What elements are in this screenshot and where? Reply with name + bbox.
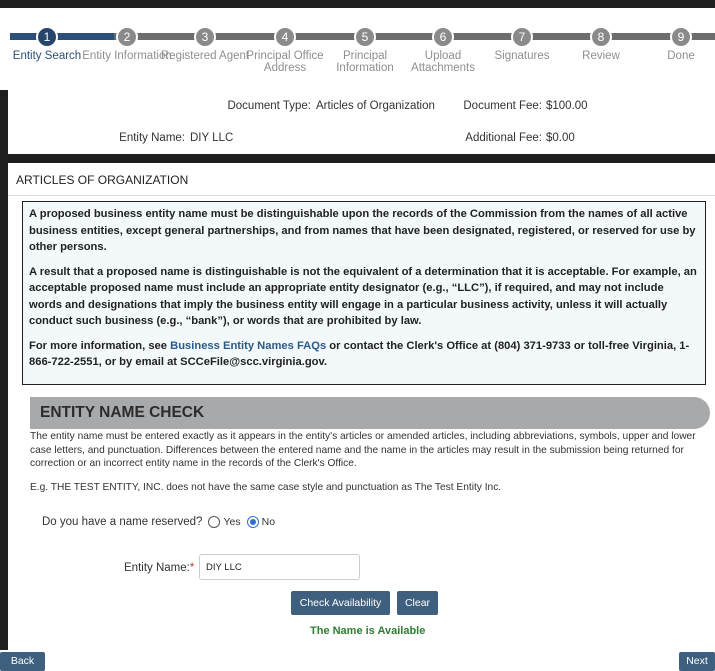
step-label: Registered Agent [160, 50, 250, 62]
document-fee-value: $100.00 [546, 100, 588, 112]
step-label: Principal Office Address [246, 50, 324, 74]
step-number: 3 [194, 26, 216, 48]
step-number: 4 [274, 26, 296, 48]
step-entity-search[interactable]: 1 Entity Search [2, 26, 92, 62]
business-entity-names-faq-link[interactable]: Business Entity Names FAQs [170, 340, 326, 352]
reserved-no-radio[interactable] [246, 516, 259, 528]
notice-text: For more information, see [29, 339, 171, 352]
step-label: Review [582, 50, 620, 62]
document-summary: Document Type: Articles of Organization … [8, 90, 715, 154]
step-label: Upload Attachments [411, 50, 475, 74]
notice-paragraph-1: A proposed business entity name must be … [29, 208, 696, 253]
step-label: Done [667, 50, 695, 62]
summary-row-document: Document Type: Articles of Organization … [8, 90, 715, 122]
entity-name-input[interactable] [199, 554, 360, 580]
name-reserved-question: Do you have a name reserved? Yes No [42, 516, 275, 528]
entity-name-check-example: E.g. THE TEST ENTITY, INC. does not have… [30, 482, 502, 493]
additional-fee-value: $0.00 [546, 132, 575, 144]
step-done[interactable]: 9 Done [636, 26, 715, 62]
step-signatures[interactable]: 7 Signatures [477, 26, 567, 62]
step-number: 1 [36, 26, 58, 48]
step-number: 8 [590, 26, 612, 48]
summary-row-entity: Entity Name: DIY LLC Additional Fee: $0.… [8, 122, 715, 154]
additional-fee-label: Additional Fee: [465, 132, 542, 144]
required-mark: * [189, 562, 195, 574]
name-notice-box: A proposed business entity name must be … [22, 201, 706, 385]
step-upload-attachments[interactable]: 6 Upload Attachments [398, 26, 488, 74]
reserved-yes-label[interactable]: Yes [223, 516, 240, 528]
step-principal-office-address[interactable]: 4 Principal Office Address [240, 26, 330, 74]
step-number: 7 [511, 26, 533, 48]
step-number: 9 [670, 26, 692, 48]
notice-paragraph-3: For more information, see Business Entit… [29, 338, 699, 371]
notice-paragraph-2: A result that a proposed name is disting… [29, 265, 697, 328]
step-number: 6 [432, 26, 454, 48]
entity-name-value: DIY LLC [190, 132, 234, 144]
step-entity-information[interactable]: 2 Entity Information [82, 26, 172, 62]
check-availability-button[interactable]: Check Availability [291, 591, 390, 615]
reserved-no-label[interactable]: No [262, 516, 275, 528]
entity-name-label-text: Entity Name: [124, 562, 190, 574]
footer-bar [0, 650, 715, 671]
step-number: 5 [354, 26, 376, 48]
step-principal-information[interactable]: 5 Principal Information [320, 26, 410, 74]
next-button[interactable]: Next [679, 652, 715, 671]
back-button[interactable]: Back [0, 652, 45, 671]
availability-result: The Name is Available [310, 625, 426, 637]
clear-button[interactable]: Clear [397, 591, 438, 615]
step-review[interactable]: 8 Review [556, 26, 646, 62]
section-title: ARTICLES OF ORGANIZATION [16, 173, 189, 187]
step-registered-agent[interactable]: 3 Registered Agent [160, 26, 250, 62]
step-label: Principal Information [336, 50, 394, 74]
reserved-yes-radio[interactable] [208, 516, 221, 528]
document-type-label: Document Type: [227, 100, 311, 112]
step-label: Signatures [494, 50, 550, 62]
document-fee-label: Document Fee: [463, 100, 542, 112]
progress-stepper: 1 Entity Search 2 Entity Information 3 R… [0, 0, 715, 90]
entity-name-field-label: Entity Name:* [124, 562, 194, 574]
entity-name-check-heading: ENTITY NAME CHECK [30, 397, 710, 429]
top-dark-bar [0, 0, 715, 8]
entity-name-check-description: The entity name must be entered exactly … [30, 431, 696, 469]
entity-name-label: Entity Name: [119, 132, 185, 144]
name-reserved-label: Do you have a name reserved? [42, 516, 203, 528]
document-type-value: Articles of Organization [316, 100, 435, 112]
step-label: Entity Information [82, 50, 172, 62]
step-label: Entity Search [12, 50, 82, 62]
articles-section: ARTICLES OF ORGANIZATION A proposed busi… [8, 163, 715, 671]
section-divider [8, 195, 715, 196]
step-number: 2 [116, 26, 138, 48]
